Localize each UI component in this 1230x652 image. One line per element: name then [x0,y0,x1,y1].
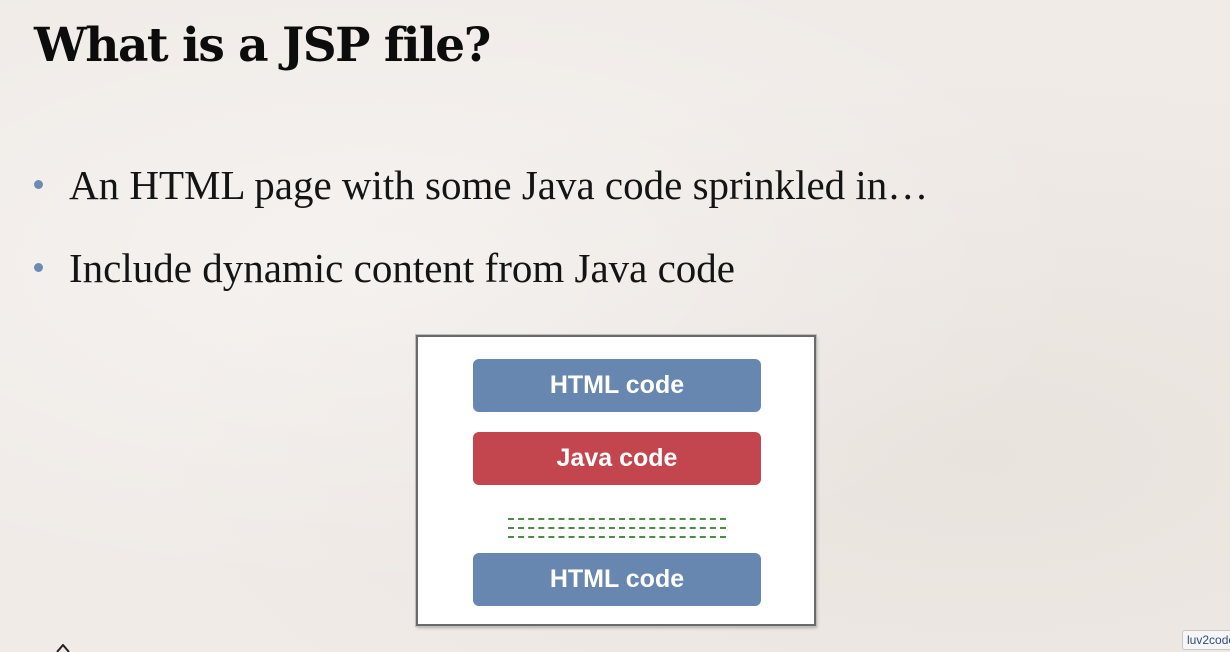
cursor-arrow-icon [56,644,70,652]
code-placeholder-lines [508,518,726,542]
bullet-text: Include dynamic content from Java code [69,245,735,291]
bullet-icon [34,263,43,272]
java-code-block: Java code [473,432,761,485]
bullet-icon [34,180,43,189]
dashed-line [508,527,726,529]
dashed-line [508,518,726,520]
html-code-block: HTML code [473,553,761,606]
bullet-text: An HTML page with some Java code sprinkl… [69,162,929,208]
dashed-line [508,536,726,538]
jsp-file-diagram: HTML code Java code HTML code [416,335,816,626]
luv2code-logo: luv2code [1182,630,1230,650]
slide-title: What is a JSP file? [34,18,491,73]
html-code-block: HTML code [473,359,761,412]
